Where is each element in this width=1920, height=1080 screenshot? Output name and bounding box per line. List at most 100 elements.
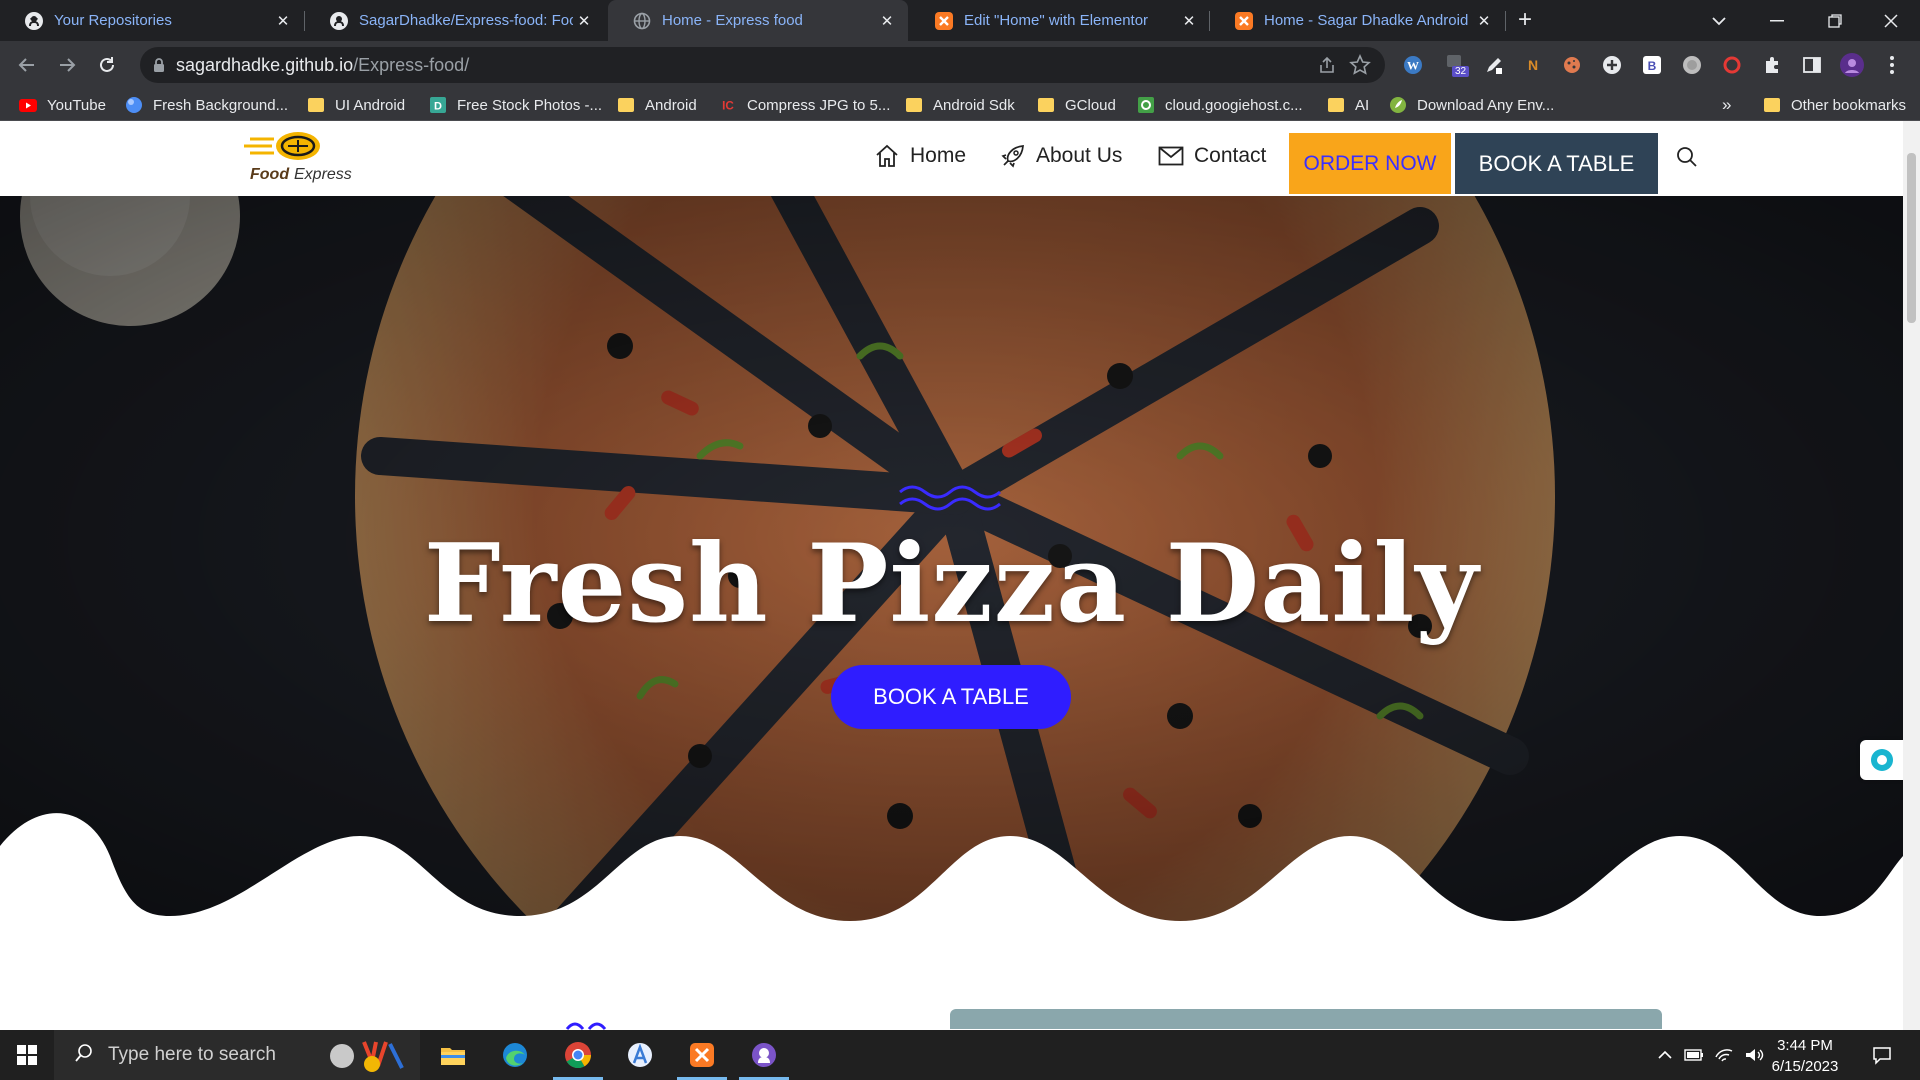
avatar[interactable] (1840, 53, 1864, 77)
pen-icon[interactable] (1482, 53, 1506, 77)
windows-logo-icon (17, 1045, 37, 1065)
bookmark-ui-android[interactable]: UI Android (307, 93, 405, 117)
nav-home[interactable]: Home (874, 143, 966, 169)
tab-search-button[interactable] (1690, 0, 1748, 41)
puzzle-icon[interactable] (1760, 53, 1784, 77)
close-icon[interactable]: ✕ (876, 10, 898, 32)
star-icon[interactable] (1349, 54, 1371, 81)
menu-dots-icon[interactable] (1880, 53, 1904, 77)
arrow-right-icon (60, 58, 76, 72)
bookmark-compress-jpg[interactable]: IC Compress JPG to 5... (719, 93, 890, 117)
bookmark-free-stock-photos[interactable]: D Free Stock Photos -... (429, 93, 602, 117)
close-icon[interactable]: ✕ (272, 10, 294, 32)
bookmark-fresh-background[interactable]: Fresh Background... (125, 93, 288, 117)
edge-icon[interactable] (486, 1030, 544, 1080)
globe-icon (632, 11, 652, 31)
other-bookmarks[interactable]: Other bookmarks (1763, 93, 1906, 117)
bookmark-download-envato[interactable]: Download Any Env... (1389, 93, 1554, 117)
bookmark-label: AI (1355, 96, 1370, 114)
envato-icon (1389, 96, 1407, 114)
page-viewport: Food Express Home About Us Contact ORDER… (0, 121, 1903, 1030)
tab-your-repositories[interactable]: Your Repositories ✕ (0, 0, 304, 41)
bookmark-android-sdk[interactable]: Android Sdk (905, 93, 1015, 117)
taskbar-search[interactable]: Type here to search (54, 1030, 420, 1080)
reload-button[interactable] (93, 51, 121, 79)
clock-date: 6/15/2023 (1771, 1058, 1839, 1075)
hero-book-a-table-button[interactable]: BOOK A TABLE (831, 665, 1071, 729)
nav-about-us[interactable]: About Us (1000, 143, 1122, 169)
cookie-icon[interactable] (1560, 53, 1584, 77)
minimize-button[interactable] (1748, 0, 1806, 41)
site-header: Food Express Home About Us Contact ORDER… (0, 121, 1903, 196)
url-host: sagardhadke.github.io (176, 54, 354, 75)
xampp-icon[interactable] (673, 1030, 731, 1080)
extension-badge-icon[interactable]: 32 (1445, 53, 1470, 77)
lock-icon[interactable] (152, 57, 166, 78)
share-icon[interactable] (1317, 55, 1337, 80)
book-a-table-button[interactable]: BOOK A TABLE (1455, 133, 1658, 194)
d-icon: D (429, 96, 447, 114)
reload-icon (100, 57, 114, 72)
new-tab-button[interactable]: + (1518, 8, 1532, 32)
start-button[interactable] (0, 1030, 54, 1080)
record-icon[interactable] (1720, 53, 1744, 77)
bookmark-label: Compress JPG to 5... (747, 96, 891, 114)
wave-divider-icon (899, 485, 1001, 511)
browser-toolbar: sagardhadke.github.io/Express-food/ W 32… (0, 41, 1920, 89)
page-scrollbar[interactable] (1903, 121, 1920, 1030)
bookmark-android[interactable]: Android (617, 93, 697, 117)
back-button[interactable] (13, 51, 41, 79)
ai-extension-icon[interactable]: N (1521, 53, 1545, 77)
bookmark-ai[interactable]: AI (1327, 93, 1369, 117)
address-bar[interactable]: sagardhadke.github.io/Express-food/ (140, 47, 1385, 83)
chat-widget-button[interactable] (1860, 740, 1903, 780)
tab-sagar-dhadke-android[interactable]: Home - Sagar Dhadke Android D ✕ (1210, 0, 1505, 41)
url-text: sagardhadke.github.io/Express-food/ (176, 55, 469, 76)
scrollbar-thumb[interactable] (1907, 153, 1916, 323)
tab-elementor-edit[interactable]: Edit "Home" with Elementor ✕ (910, 0, 1210, 41)
hero-title: Fresh Pizza Daily (423, 521, 1480, 647)
wordpress-icon[interactable]: W (1401, 53, 1425, 77)
b-extension-icon[interactable]: B (1640, 53, 1664, 77)
forward-button[interactable] (53, 51, 81, 79)
folder-icon (1763, 96, 1781, 114)
battery-icon[interactable] (1680, 1030, 1708, 1080)
search-icon[interactable] (1675, 145, 1703, 173)
wifi-icon[interactable] (1710, 1030, 1738, 1080)
close-icon[interactable]: ✕ (573, 10, 595, 32)
svg-text:IC: IC (722, 100, 734, 113)
tab-express-food-repo[interactable]: SagarDhadke/Express-food: Food ✕ (305, 0, 605, 41)
file-explorer-icon[interactable] (424, 1030, 482, 1080)
chat-widget-icon (1870, 749, 1893, 771)
android-studio-icon[interactable] (611, 1030, 669, 1080)
close-window-button[interactable] (1862, 0, 1920, 41)
tab-title: SagarDhadke/Express-food: Food (359, 12, 573, 29)
bookmark-label: Download Any Env... (1417, 96, 1555, 114)
bookmark-youtube[interactable]: YouTube (19, 93, 106, 117)
github-icon (329, 11, 349, 31)
close-icon[interactable]: ✕ (1178, 10, 1200, 32)
restore-button[interactable] (1806, 0, 1864, 41)
plus-circle-icon[interactable] (1600, 53, 1624, 77)
bookmark-gcloud[interactable]: GCloud (1037, 93, 1116, 117)
order-now-button[interactable]: ORDER NOW (1289, 133, 1451, 194)
notification-icon[interactable] (1862, 1030, 1902, 1080)
nav-contact[interactable]: Contact (1158, 143, 1266, 169)
bookmark-label: Free Stock Photos -... (457, 96, 603, 114)
bookmarks-overflow-button[interactable]: » (1722, 93, 1731, 117)
chevron-up-icon[interactable] (1652, 1030, 1678, 1080)
svg-text:W: W (1407, 59, 1419, 73)
taskbar-clock[interactable]: 3:44 PM 6/15/2023 (1755, 1035, 1855, 1077)
chrome-icon[interactable] (549, 1030, 607, 1080)
tab-home-express-food[interactable]: Home - Express food ✕ (608, 0, 908, 41)
envelope-icon (1158, 143, 1184, 169)
bookmark-googiehost[interactable]: cloud.googiehost.c... (1137, 93, 1303, 117)
site-logo[interactable]: Food Express (200, 129, 390, 187)
xampp-icon (934, 11, 954, 31)
close-icon[interactable]: ✕ (1473, 10, 1495, 32)
github-desktop-icon[interactable] (735, 1030, 793, 1080)
content-card-preview (950, 1009, 1662, 1029)
food-express-logo-icon: Food Express (244, 132, 352, 183)
grey-circle-icon[interactable] (1680, 53, 1704, 77)
sidebar-icon[interactable] (1800, 53, 1824, 77)
